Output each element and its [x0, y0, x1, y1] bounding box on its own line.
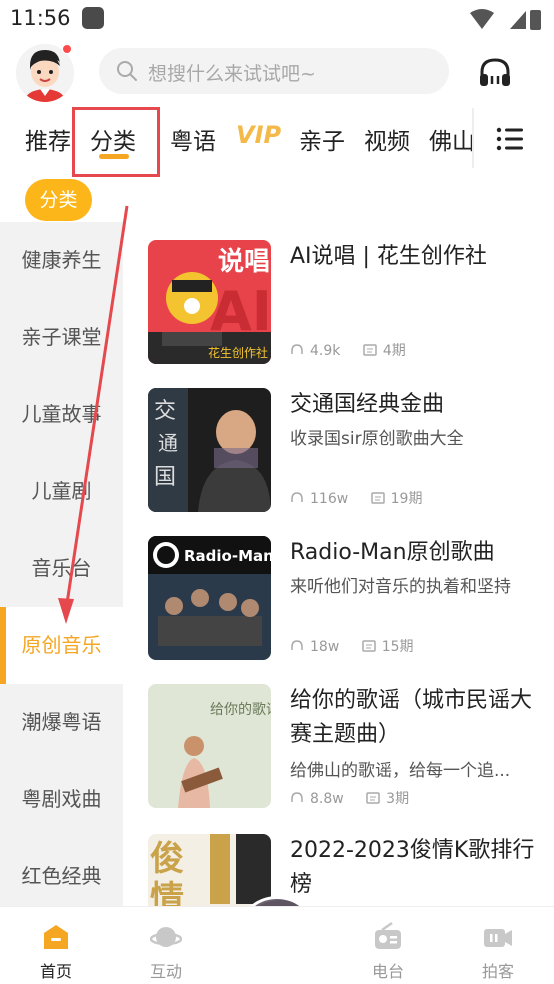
tab-vip[interactable]: VIP [236, 121, 281, 149]
headphones-icon [291, 640, 303, 650]
headphones-icon [291, 344, 303, 354]
album-title: 给你的歌谣（城市民谣大赛主题曲） [290, 688, 533, 747]
svg-text:通: 通 [158, 431, 178, 455]
planet-icon [150, 927, 182, 947]
play-count: 116w [310, 491, 349, 507]
episode-count: 15期 [381, 639, 414, 655]
nav-clips-label: 拍客 [481, 962, 514, 981]
sidebar-item-original-music[interactable]: 原创音乐 [0, 607, 123, 684]
episodes-icon [366, 792, 380, 804]
play-count: 8.8w [310, 791, 344, 807]
menu-icon[interactable] [496, 126, 524, 152]
album-description: 来听他们对音乐的执着和坚持 [290, 577, 511, 597]
headphones-icon[interactable] [478, 56, 512, 88]
home-icon [44, 925, 68, 949]
tab-recommend[interactable]: 推荐 [25, 122, 71, 156]
sidebar-item-cantonese-opera[interactable]: 粤剧戏曲 [0, 761, 123, 838]
album-cover: 给你的歌谣 [148, 684, 271, 808]
album-meta: 116w 19期 [290, 488, 440, 508]
nav-clips[interactable]: 拍客 [458, 907, 538, 984]
cover-title-text: 说唱 [218, 247, 270, 277]
episodes-icon [370, 492, 385, 504]
nav-interact-label: 互动 [149, 962, 182, 981]
tab-family[interactable]: 亲子 [299, 122, 345, 156]
list-item[interactable]: Radio-Man Radio-Man原创歌曲 来听他们对音乐的执着和坚持 18… [148, 536, 548, 660]
album-cover: 交 通 国 [148, 388, 271, 512]
sidebar-item-health[interactable]: 健康养生 [0, 222, 123, 299]
album-title: AI说唱 | 花生创作社 [290, 244, 487, 269]
album-list: 说唱 AI 花生创作社 AI说唱 | 花生创作社 4.9k 4期 交 通 国 交… [123, 222, 554, 906]
list-item[interactable]: 给你的歌谣 给你的歌谣（城市民谣大赛主题曲） 给佛山的歌谣，给每一个追... 8… [148, 684, 548, 808]
top-bar: 想搜什么来试试吧~ [0, 42, 554, 102]
annotation-highlight-box [72, 107, 160, 177]
cover-title-text: Radio-Man [184, 547, 271, 565]
album-title: 2022-2023俊情K歌排行榜 [290, 838, 535, 897]
svg-text:花生创作社: 花生创作社 [208, 345, 268, 360]
album-meta: 8.8w 3期 [290, 788, 427, 808]
svg-text:俊: 俊 [150, 839, 184, 879]
headphones-icon [291, 792, 303, 802]
sidebar-item-kids-stories[interactable]: 儿童故事 [0, 376, 123, 453]
search-icon [117, 61, 137, 81]
tab-cantonese[interactable]: 粤语 [170, 122, 216, 156]
album-cover: 俊 情 [148, 834, 271, 906]
system-status-icons [470, 9, 541, 30]
episodes-icon [361, 640, 376, 652]
album-meta: 4.9k 4期 [290, 340, 424, 360]
album-cover: 说唱 AI 花生创作社 [148, 240, 271, 364]
search-placeholder: 想搜什么来试试吧~ [148, 63, 316, 85]
sidebar-item-cantonese-hits[interactable]: 潮爆粤语 [0, 684, 123, 761]
nav-radio-label: 电台 [371, 962, 404, 981]
headphones-icon [291, 492, 303, 502]
episode-count: 3期 [386, 791, 410, 807]
list-item[interactable]: 说唱 AI 花生创作社 AI说唱 | 花生创作社 4.9k 4期 [148, 240, 548, 364]
nav-home-label: 首页 [39, 962, 72, 981]
category-sidebar: 健康养生 亲子课堂 儿童故事 儿童剧 音乐台 原创音乐 潮爆粤语 粤剧戏曲 红色… [0, 222, 123, 906]
cover-title-text: 给你的歌谣 [210, 702, 271, 718]
nav-radio[interactable]: 电台 [348, 907, 428, 984]
nav-interact[interactable]: 互动 [126, 907, 206, 984]
sidebar-item-parenting[interactable]: 亲子课堂 [0, 299, 123, 376]
status-bar: 11:56 [0, 0, 554, 40]
bottom-navigation: 首页 互动 电台 拍客 [0, 906, 554, 984]
album-meta: 18w 15期 [290, 636, 432, 656]
tab-video[interactable]: 视频 [364, 122, 410, 156]
list-item[interactable]: 交 通 国 交通国经典金曲 收录国sir原创歌曲大全 116w 19期 [148, 388, 548, 512]
nav-home[interactable]: 首页 [16, 907, 96, 984]
video-camera-icon [484, 929, 512, 947]
list-item[interactable]: 俊 情 2022-2023俊情K歌排行榜 [148, 834, 548, 906]
album-title: 交通国经典金曲 [290, 392, 445, 417]
svg-text:国: 国 [154, 465, 176, 490]
svg-text:交: 交 [154, 399, 176, 424]
episode-count: 19期 [390, 491, 423, 507]
search-bar[interactable]: 想搜什么来试试吧~ [99, 48, 449, 94]
tabs-divider [472, 108, 474, 168]
album-description: 收录国sir原创歌曲大全 [290, 429, 464, 449]
play-count: 4.9k [310, 343, 341, 359]
radio-icon [375, 921, 401, 949]
tab-foshan[interactable]: 佛山 [429, 122, 475, 156]
album-description: 给佛山的歌谣，给每一个追... [290, 761, 511, 781]
svg-text:情: 情 [150, 879, 184, 906]
sidebar-item-red-classics[interactable]: 红色经典 [0, 838, 123, 906]
play-count: 18w [310, 639, 340, 655]
category-pill: 分类 [25, 179, 92, 221]
episodes-icon [363, 344, 377, 356]
notification-dot [62, 44, 72, 54]
episode-count: 4期 [382, 343, 406, 359]
sidebar-item-kids-drama[interactable]: 儿童剧 [0, 453, 123, 530]
status-time: 11:56 [10, 6, 71, 30]
sidebar-item-music-station[interactable]: 音乐台 [0, 530, 123, 607]
notification-icon [82, 7, 104, 29]
album-cover: Radio-Man [148, 536, 271, 660]
album-title: Radio-Man原创歌曲 [290, 540, 495, 565]
